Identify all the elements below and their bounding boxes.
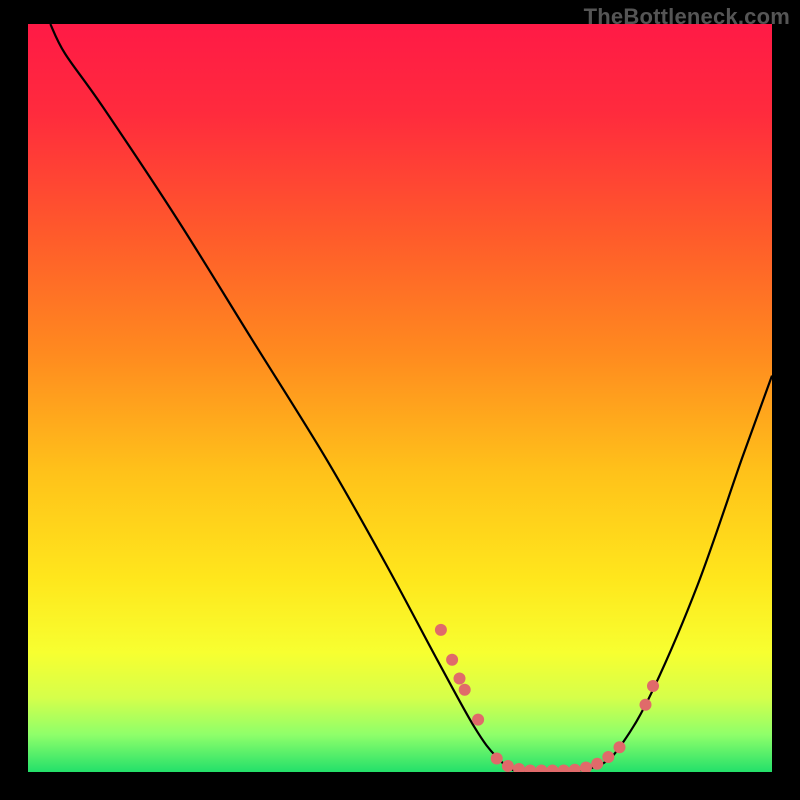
data-marker — [435, 624, 447, 636]
data-marker — [614, 741, 626, 753]
data-marker — [446, 654, 458, 666]
data-marker — [591, 758, 603, 770]
bottleneck-curve-chart — [28, 24, 772, 772]
watermark-text: TheBottleneck.com — [584, 4, 790, 30]
data-marker — [491, 753, 503, 765]
data-marker — [640, 699, 652, 711]
data-marker — [472, 714, 484, 726]
chart-area — [28, 24, 772, 772]
data-marker — [459, 684, 471, 696]
data-marker — [602, 751, 614, 763]
heat-gradient-background — [28, 24, 772, 772]
data-marker — [454, 673, 466, 685]
data-marker — [647, 680, 659, 692]
data-marker — [502, 760, 514, 772]
